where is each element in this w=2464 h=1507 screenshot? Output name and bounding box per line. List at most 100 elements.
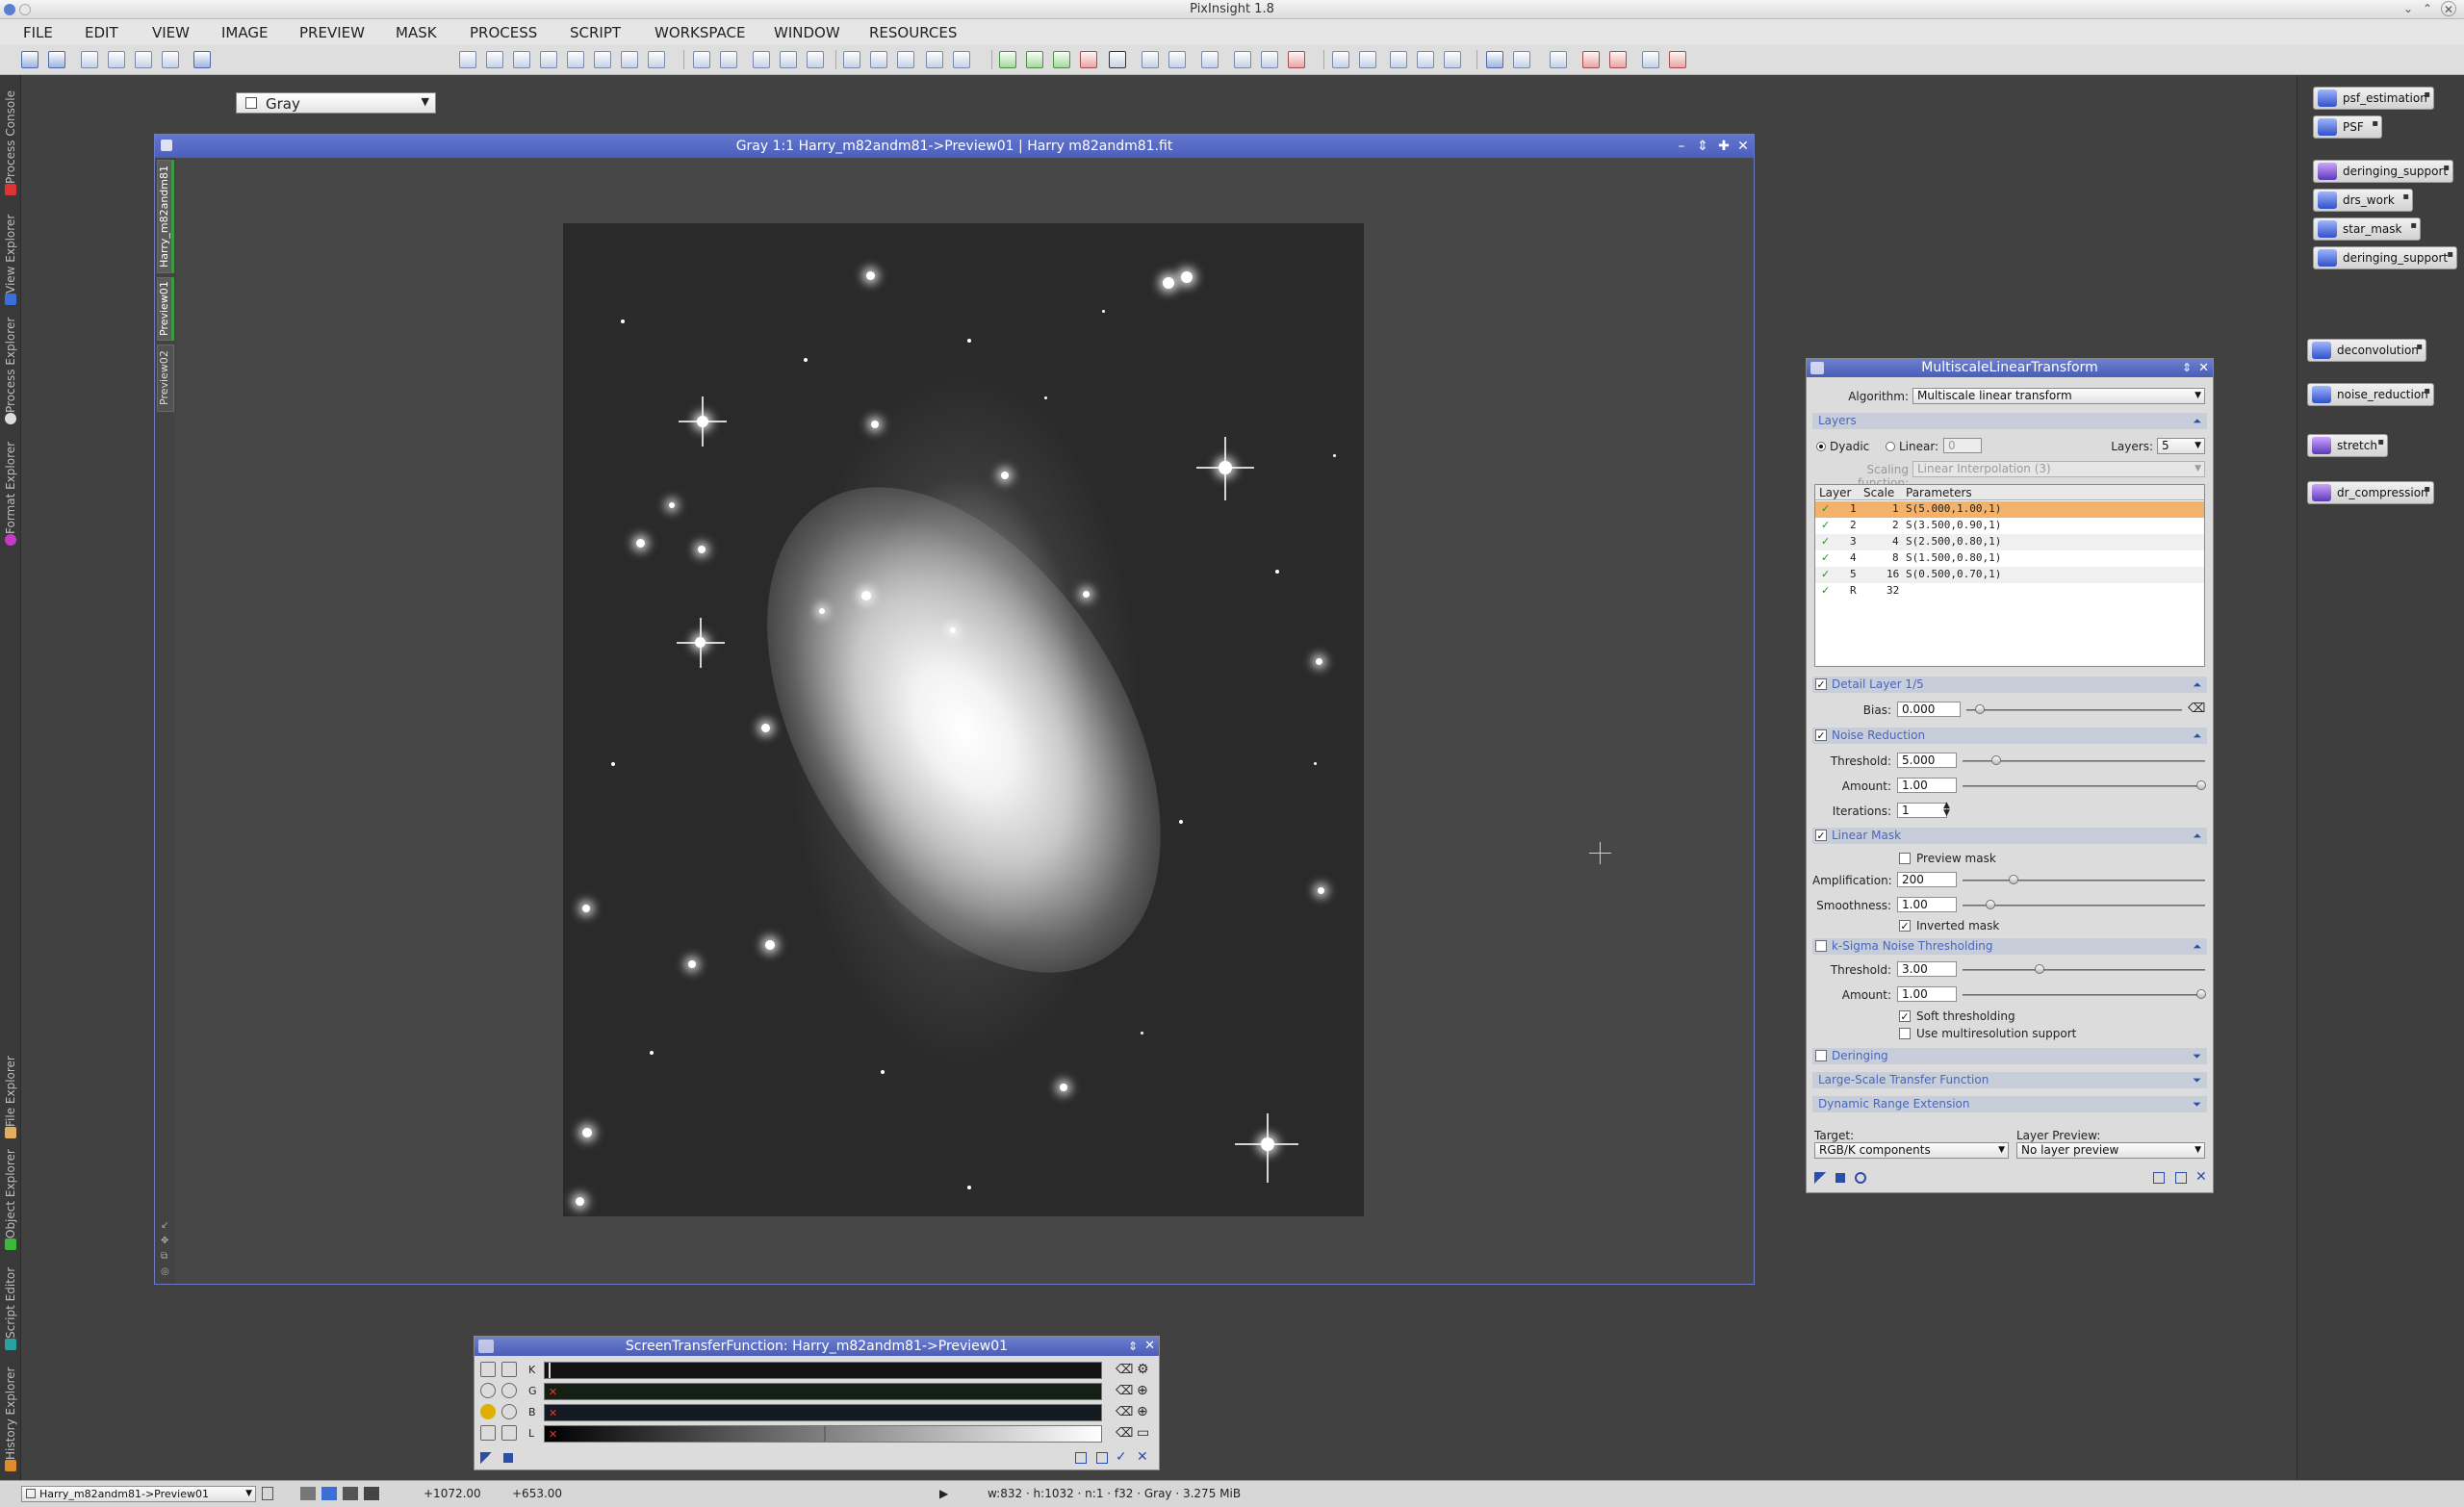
reset-b-icon[interactable]: ⌫ [1116, 1405, 1133, 1419]
layer-preview-select[interactable]: No layer preview ▼ [2016, 1142, 2205, 1159]
reset-g-icon[interactable]: ⌫ [1116, 1384, 1133, 1398]
section-lstf[interactable]: Large-Scale Transfer Function ⏷ [1812, 1072, 2207, 1088]
channel-rgb-icon[interactable] [300, 1487, 316, 1500]
new-image-icon[interactable] [193, 51, 211, 68]
check-icon[interactable]: ✓ [1821, 584, 1830, 597]
tab-file-explorer[interactable]: File Explorer [2, 1043, 19, 1143]
readout-preview-icon[interactable] [1168, 51, 1186, 68]
menu-mask[interactable]: MASK [396, 24, 437, 41]
noise-reduction-checkbox[interactable]: ✓ [1815, 729, 1827, 741]
stf-reset-icon[interactable] [1080, 51, 1097, 68]
frame-icon[interactable] [594, 51, 611, 68]
astro-image-preview[interactable] [563, 223, 1364, 1216]
maximize-icon[interactable]: ✚ [1715, 135, 1732, 158]
threshold-slider-knob[interactable] [1991, 755, 2001, 765]
mask-select-icon[interactable] [926, 51, 943, 68]
shade-icon[interactable]: ⇕ [1694, 135, 1711, 158]
redo-all-icon[interactable] [108, 51, 125, 68]
zoom-out-icon[interactable] [501, 1404, 517, 1419]
expand-icon[interactable]: ⏷ [2193, 1072, 2201, 1088]
compare-icon[interactable] [135, 51, 152, 68]
documentation-icon[interactable] [1075, 1452, 1087, 1464]
collapse-icon[interactable]: ⏶ [2193, 728, 2201, 744]
zoom-in-icon[interactable] [693, 51, 710, 68]
table-row[interactable]: ✓ R 32 [1815, 583, 2204, 600]
image-window-titlebar[interactable]: Gray 1:1 Harry_m82andm81->Preview01 | Ha… [155, 135, 1754, 158]
pan-icon[interactable] [540, 51, 557, 68]
reset-bias-icon[interactable]: ⌫ [2188, 702, 2205, 716]
undo-all-icon[interactable] [81, 51, 98, 68]
ks-amount-slider-knob[interactable] [2196, 989, 2206, 999]
minimize-window-icon[interactable]: ⌄ [2400, 1, 2416, 16]
tab-preview01[interactable]: Preview01 [157, 277, 174, 341]
check-icon[interactable]: ✓ [1821, 568, 1830, 580]
minimize-icon[interactable]: – [1673, 135, 1690, 158]
collapse-icon[interactable]: ⏶ [2193, 938, 2201, 955]
column-layer[interactable]: Layer [1819, 486, 1851, 499]
new-instance-icon[interactable] [1814, 1172, 1826, 1184]
screen-2-icon[interactable] [1669, 51, 1686, 68]
apply-icon[interactable] [503, 1453, 513, 1463]
table-row[interactable]: ✓ 2 2 S(3.500,0.90,1) [1815, 518, 2204, 534]
check-icon[interactable]: ✓ [1821, 551, 1830, 564]
ks-threshold-field[interactable]: 3.00 [1897, 961, 1957, 977]
section-dre[interactable]: Dynamic Range Extension ⏷ [1812, 1096, 2207, 1112]
apply-global-icon[interactable] [1855, 1172, 1866, 1184]
ks-amount-field[interactable]: 1.00 [1897, 986, 1957, 1002]
process-icon-deringing-support[interactable]: deringing_support ▪ [2313, 160, 2453, 183]
crosshair-icon[interactable]: ⊕ [1137, 1383, 1148, 1398]
range-icon[interactable] [501, 1425, 517, 1441]
dyadic-radio[interactable] [1816, 442, 1826, 451]
zoom-2-1-icon[interactable] [780, 51, 797, 68]
play-icon[interactable]: ▶ [939, 1487, 948, 1500]
stf-titlebar[interactable]: ScreenTransferFunction: Harry_m82andm81-… [475, 1337, 1159, 1356]
auto-stretch-icon[interactable] [480, 1404, 496, 1419]
workspace-5-icon[interactable] [1609, 51, 1627, 68]
target-select[interactable]: RGB/K components ▼ [1814, 1142, 2009, 1159]
menu-edit[interactable]: EDIT [85, 24, 118, 41]
collapse-icon[interactable]: ⏶ [2193, 413, 2201, 429]
soft-thresholding-checkbox[interactable]: ✓ [1899, 1010, 1911, 1022]
tab-history-explorer[interactable]: History Explorer [2, 1359, 19, 1476]
amount-slider[interactable] [1963, 785, 2205, 787]
menu-resources[interactable]: RESOURCES [869, 24, 957, 41]
documentation-icon[interactable] [2153, 1172, 2165, 1184]
amount-slider-knob[interactable] [2196, 780, 2206, 790]
workspace-2-icon[interactable] [1513, 51, 1530, 68]
amplification-slider[interactable] [1963, 880, 2205, 881]
process-icon-psf[interactable]: PSF ▪ [2313, 115, 2382, 139]
collapse-icon[interactable]: ⏶ [2193, 677, 2201, 693]
preview-mask-checkbox[interactable] [1899, 853, 1911, 864]
iterations-spin[interactable]: 1 [1897, 803, 1947, 818]
zoom-fit-view-icon[interactable] [807, 51, 824, 68]
ks-amount-slider[interactable] [1963, 994, 2205, 996]
menu-script[interactable]: SCRIPT [570, 24, 621, 41]
screen-1-icon[interactable] [1642, 51, 1659, 68]
ks-threshold-slider-knob[interactable] [2035, 964, 2044, 974]
detail-layer-checkbox[interactable]: ✓ [1815, 678, 1827, 690]
close-icon[interactable]: ✕ [1734, 135, 1752, 158]
channel-r-icon[interactable] [321, 1487, 337, 1500]
undo-icon[interactable] [21, 51, 38, 68]
cancel-icon[interactable]: ✕ [2195, 1169, 2207, 1185]
check-icon[interactable]: ✓ [1821, 519, 1830, 531]
layers-table[interactable]: Layer Scale Parameters ✓ 1 1 S(5.000,1.00,1… [1814, 484, 2205, 667]
table-row[interactable]: ✓ 5 16 S(0.500,0.70,1) [1815, 567, 2204, 583]
workspace-4-icon[interactable] [1582, 51, 1600, 68]
tab-format-explorer[interactable]: Format Explorer [2, 433, 19, 550]
arrange-icon[interactable] [1417, 51, 1434, 68]
new-instance-icon[interactable] [480, 1452, 492, 1464]
minimize-all-icon[interactable] [1444, 51, 1461, 68]
process-icon-dr-compression[interactable]: dr_compression ▪ [2307, 481, 2434, 504]
section-detail-layer[interactable]: ✓ Detail Layer 1/5 ⏶ [1812, 677, 2207, 693]
stf-edit-icon[interactable] [1026, 51, 1043, 68]
mask-invert-toggle-icon[interactable] [1261, 51, 1278, 68]
channel-b-icon[interactable] [364, 1487, 379, 1500]
channel-k-histogram[interactable] [544, 1362, 1102, 1379]
section-layers[interactable]: Layers ⏶ [1812, 413, 2207, 429]
stf-auto-icon[interactable] [1053, 51, 1070, 68]
channel-g-icon[interactable] [343, 1487, 358, 1500]
reset-k-icon[interactable]: ⌫ [1116, 1363, 1133, 1377]
table-row[interactable]: ✓ 3 4 S(2.500,0.80,1) [1815, 534, 2204, 550]
menu-image[interactable]: IMAGE [221, 24, 268, 41]
